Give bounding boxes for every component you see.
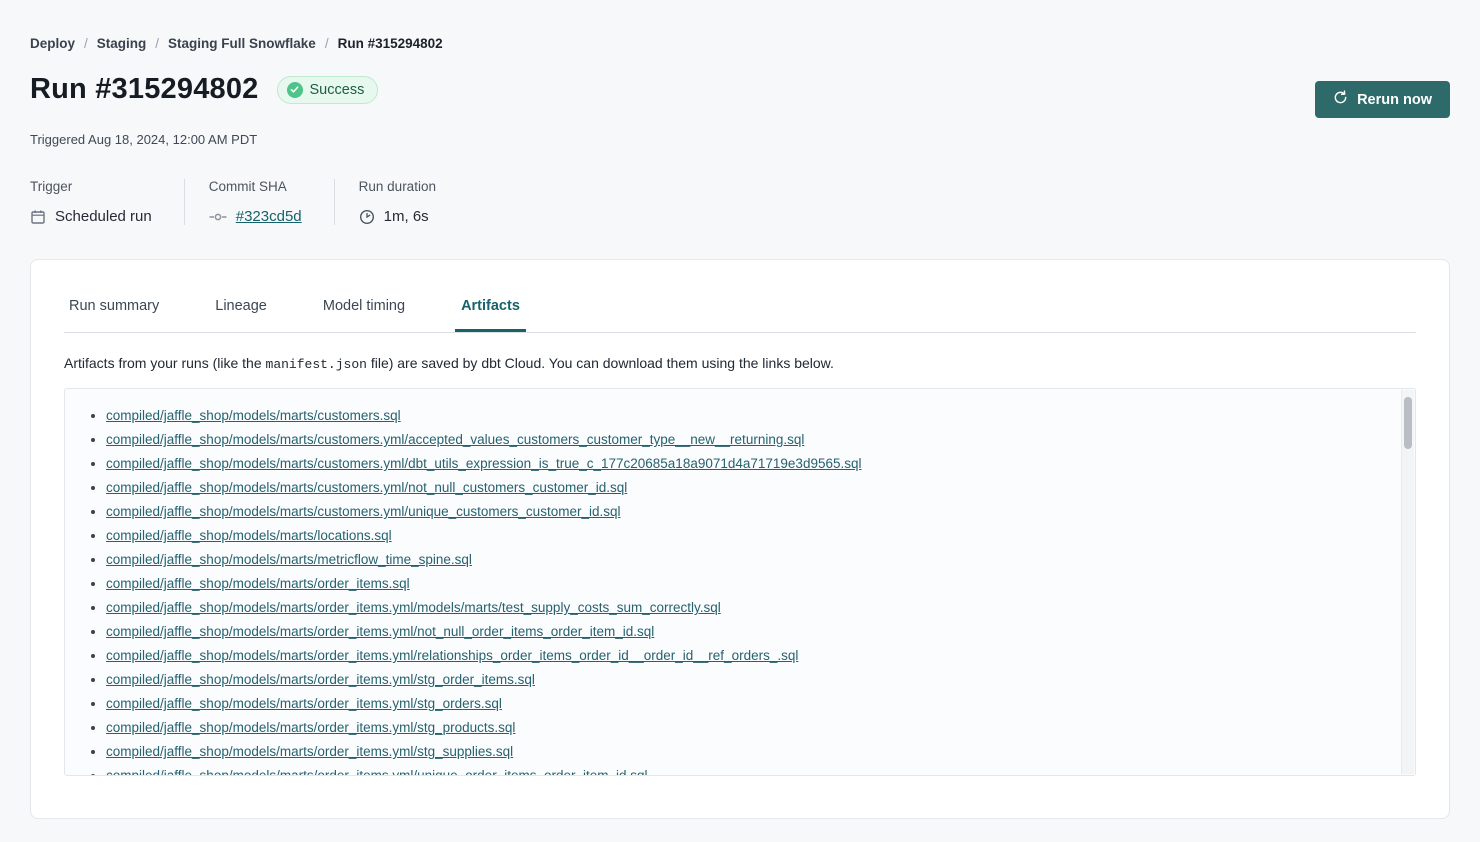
check-circle-icon <box>287 82 303 98</box>
tab-label: Run summary <box>69 298 159 314</box>
artifact-list-item: compiled/jaffle_shop/models/marts/order_… <box>106 769 1395 776</box>
manifest-json-code: manifest.json <box>266 357 367 372</box>
artifact-list-item: compiled/jaffle_shop/models/marts/order_… <box>106 649 1395 663</box>
scrollbar-track[interactable] <box>1401 390 1414 774</box>
artifact-file-link[interactable]: compiled/jaffle_shop/models/marts/order_… <box>106 768 648 776</box>
status-badge-label: Success <box>310 82 365 98</box>
clock-icon <box>359 209 375 225</box>
scrollbar-thumb[interactable] <box>1404 397 1412 449</box>
artifact-file-link[interactable]: compiled/jaffle_shop/models/marts/order_… <box>106 696 502 711</box>
duration-label: Run duration <box>359 179 436 194</box>
artifact-file-link[interactable]: compiled/jaffle_shop/models/marts/order_… <box>106 648 798 663</box>
triggered-timestamp: Triggered Aug 18, 2024, 12:00 AM PDT <box>30 132 1450 147</box>
status-badge: Success <box>277 76 379 104</box>
trigger-meta: Trigger Scheduled run <box>30 179 184 225</box>
artifact-list-item: compiled/jaffle_shop/models/marts/order_… <box>106 601 1395 615</box>
artifact-file-link[interactable]: compiled/jaffle_shop/models/marts/custom… <box>106 480 627 495</box>
trigger-value: Scheduled run <box>55 208 152 225</box>
commit-label: Commit SHA <box>209 179 302 194</box>
artifact-file-link[interactable]: compiled/jaffle_shop/models/marts/order_… <box>106 744 513 759</box>
artifact-list-item: compiled/jaffle_shop/models/marts/locati… <box>106 529 1395 543</box>
artifact-list-item: compiled/jaffle_shop/models/marts/order_… <box>106 625 1395 639</box>
artifact-list-item: compiled/jaffle_shop/models/marts/order_… <box>106 673 1395 687</box>
artifact-list-item: compiled/jaffle_shop/models/marts/custom… <box>106 433 1395 447</box>
tab[interactable]: Model timing <box>317 288 411 332</box>
commit-meta: Commit SHA #323cd5d <box>184 179 334 225</box>
tab-label: Lineage <box>215 298 267 314</box>
run-meta-row: Trigger Scheduled run Commit SHA #323cd5… <box>30 179 1450 225</box>
duration-meta: Run duration 1m, 6s <box>334 179 468 225</box>
artifact-list-item: compiled/jaffle_shop/models/marts/order_… <box>106 745 1395 759</box>
tab-label: Artifacts <box>461 298 520 314</box>
run-detail-page: Deploy / Staging / Staging Full Snowflak… <box>0 0 1480 819</box>
breadcrumb: Deploy / Staging / Staging Full Snowflak… <box>30 0 1450 51</box>
artifacts-description-text: Artifacts from your runs (like the <box>64 355 266 371</box>
artifact-list-item: compiled/jaffle_shop/models/marts/order_… <box>106 721 1395 735</box>
header-row: Run #315294802 Success Rerun now <box>30 73 1450 118</box>
artifact-file-link[interactable]: compiled/jaffle_shop/models/marts/order_… <box>106 576 410 591</box>
artifact-list-item: compiled/jaffle_shop/models/marts/custom… <box>106 409 1395 423</box>
artifact-list-item: compiled/jaffle_shop/models/marts/custom… <box>106 457 1395 471</box>
artifact-list-item: compiled/jaffle_shop/models/marts/order_… <box>106 697 1395 711</box>
rerun-now-label: Rerun now <box>1357 92 1432 108</box>
artifact-list-item: compiled/jaffle_shop/models/marts/custom… <box>106 505 1395 519</box>
commit-icon <box>209 211 227 223</box>
breadcrumb-separator: / <box>325 36 329 51</box>
duration-value: 1m, 6s <box>384 208 429 225</box>
run-detail-card: Run summary Lineage Model timing Artifac… <box>30 259 1450 819</box>
breadcrumb-item-deploy[interactable]: Deploy <box>30 36 75 51</box>
breadcrumb-separator: / <box>155 36 159 51</box>
refresh-icon <box>1333 90 1348 109</box>
artifact-list-item: compiled/jaffle_shop/models/marts/metric… <box>106 553 1395 567</box>
artifacts-description: Artifacts from your runs (like the manif… <box>64 355 1416 372</box>
trigger-label: Trigger <box>30 179 152 194</box>
artifact-file-link[interactable]: compiled/jaffle_shop/models/marts/custom… <box>106 456 862 471</box>
breadcrumb-item-staging-full-snowflake[interactable]: Staging Full Snowflake <box>168 36 316 51</box>
calendar-icon <box>30 209 46 225</box>
tab-label: Model timing <box>323 298 405 314</box>
artifact-file-link[interactable]: compiled/jaffle_shop/models/marts/custom… <box>106 408 401 423</box>
artifact-file-link[interactable]: compiled/jaffle_shop/models/marts/order_… <box>106 672 535 687</box>
rerun-now-button[interactable]: Rerun now <box>1315 81 1450 118</box>
artifact-list-item: compiled/jaffle_shop/models/marts/order_… <box>106 577 1395 591</box>
tab-divider <box>64 332 1416 333</box>
artifact-list-item: compiled/jaffle_shop/models/marts/custom… <box>106 481 1395 495</box>
title-group: Run #315294802 Success <box>30 73 378 106</box>
artifact-file-link[interactable]: compiled/jaffle_shop/models/marts/metric… <box>106 552 472 567</box>
artifact-file-link[interactable]: compiled/jaffle_shop/models/marts/custom… <box>106 432 804 447</box>
artifact-file-box: compiled/jaffle_shop/models/marts/custom… <box>64 388 1416 776</box>
artifact-file-link[interactable]: compiled/jaffle_shop/models/marts/order_… <box>106 600 721 615</box>
artifact-file-link[interactable]: compiled/jaffle_shop/models/marts/custom… <box>106 504 620 519</box>
artifact-file-link[interactable]: compiled/jaffle_shop/models/marts/locati… <box>106 528 392 543</box>
page-title: Run #315294802 <box>30 73 259 106</box>
breadcrumb-current-run: Run #315294802 <box>338 36 443 51</box>
tab[interactable]: Lineage <box>209 288 273 332</box>
artifact-file-list: compiled/jaffle_shop/models/marts/custom… <box>65 389 1415 776</box>
tab[interactable]: Run summary <box>63 288 165 332</box>
tab-bar: Run summary Lineage Model timing Artifac… <box>31 260 1449 332</box>
artifact-file-link[interactable]: compiled/jaffle_shop/models/marts/order_… <box>106 624 654 639</box>
breadcrumb-separator: / <box>84 36 88 51</box>
breadcrumb-item-staging[interactable]: Staging <box>97 36 147 51</box>
tab[interactable]: Artifacts <box>455 288 526 332</box>
artifacts-description-text: file) are saved by dbt Cloud. You can do… <box>367 355 834 371</box>
commit-sha-link[interactable]: #323cd5d <box>236 208 302 225</box>
artifact-file-link[interactable]: compiled/jaffle_shop/models/marts/order_… <box>106 720 515 735</box>
